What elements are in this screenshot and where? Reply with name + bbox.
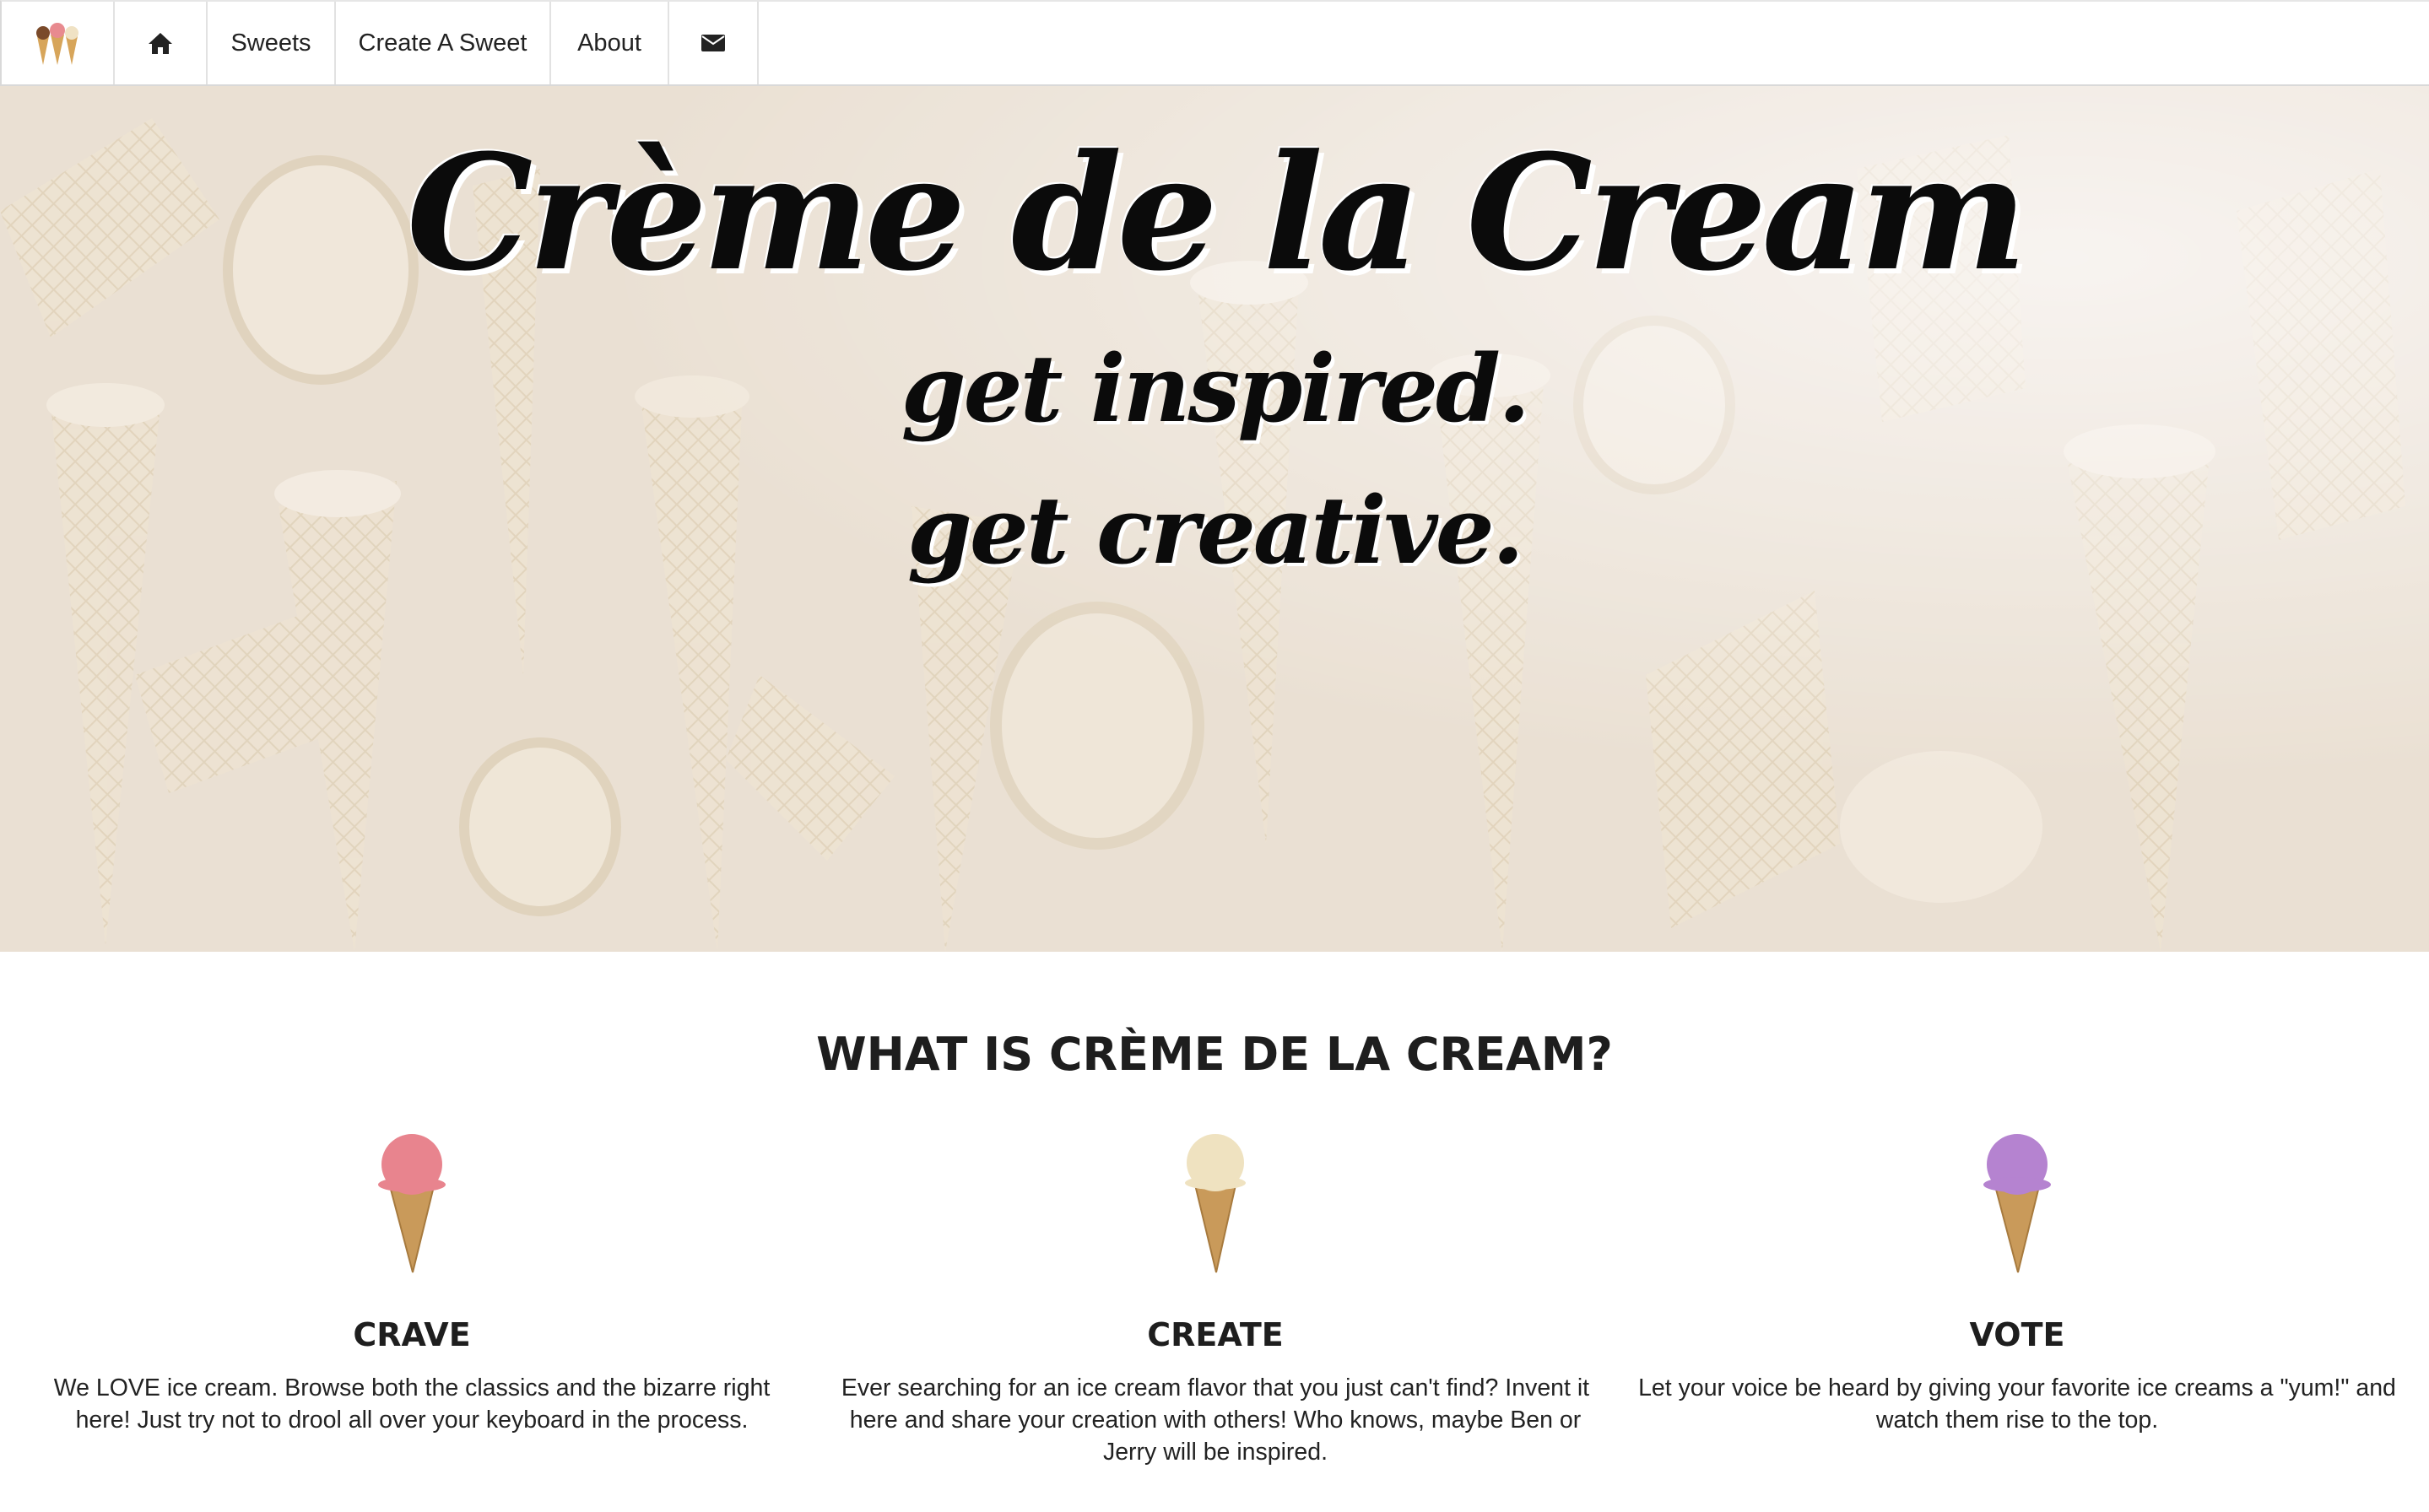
nav-sweets-link[interactable]: Sweets [208,2,336,84]
feature-crave-title: CRAVE [353,1316,471,1353]
hero-subtitle-creative: get creative. [907,476,1524,585]
pink-ice-cream-cone-icon [378,1134,446,1273]
feature-crave: CRAVE We LOVE ice cream. Browse both the… [32,1131,792,1436]
envelope-icon [701,35,725,51]
nav-about-label: About [577,29,641,57]
top-navbar: Sweets Create A Sweet About [0,0,2429,86]
nav-create-sweet-label: Create A Sweet [358,29,527,57]
purple-ice-cream-cone-icon [1983,1134,2051,1273]
hero-subtitle-inspired: get inspired. [901,334,1531,443]
section-heading: WHAT IS CRÈME DE LA CREAM? [816,1028,1613,1081]
feature-create-text: Ever searching for an ice cream flavor t… [841,1374,1590,1466]
logo-link[interactable] [2,2,115,84]
hero-title: Crème de la Cream [406,120,2028,306]
nav-home-link[interactable] [115,2,208,84]
hero-banner: Crème de la Cream get inspired. get crea… [0,84,2429,952]
nav-sweets-label: Sweets [230,29,311,57]
home-icon [149,33,172,54]
feature-create: CREATE Ever searching for an ice cream f… [836,1131,1595,1468]
feature-vote-text: Let your voice be heard by giving your f… [1638,1374,2396,1434]
nav-contact-link[interactable] [669,2,759,84]
nav-create-sweet-link[interactable]: Create A Sweet [336,2,551,84]
ice-cream-cones-logo-icon [36,23,78,65]
feature-vote-title: VOTE [1969,1316,2065,1353]
vanilla-ice-cream-cone-icon [1185,1134,1246,1273]
nav-about-link[interactable]: About [551,2,669,84]
feature-crave-text: We LOVE ice cream. Browse both the class… [53,1374,771,1434]
feature-create-title: CREATE [1147,1316,1284,1353]
feature-vote: VOTE Let your voice be heard by giving y… [1637,1131,2397,1436]
